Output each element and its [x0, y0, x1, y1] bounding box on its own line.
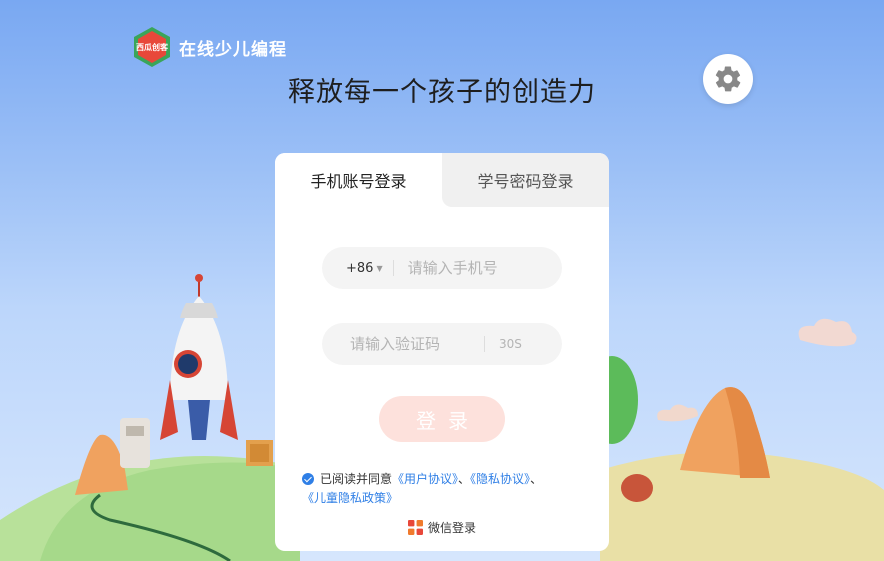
- phone-field: +86 ▼: [322, 247, 562, 289]
- field-divider: [392, 260, 394, 276]
- robot-figure: [120, 418, 150, 468]
- tab-student-id-login[interactable]: 学号密码登录: [442, 153, 609, 207]
- field-divider: [484, 336, 485, 352]
- cloud-right: [798, 318, 857, 347]
- agreement-sep-1: 、: [458, 472, 471, 486]
- tab-phone-login[interactable]: 手机账号登录: [275, 153, 442, 207]
- agreement-checkbox[interactable]: [302, 473, 314, 485]
- rocket-figure: [160, 274, 238, 440]
- privacy-policy-link[interactable]: 《隐私协议》: [470, 472, 530, 486]
- login-card: 手机账号登录 学号密码登录 +86 ▼ 30S 登录 已阅读并同意《用户协议》、…: [275, 153, 609, 551]
- phone-input[interactable]: [405, 258, 550, 278]
- brand-logo-text: 西瓜创客: [136, 42, 169, 52]
- brand: 西瓜创客 在线少儿编程: [132, 26, 287, 68]
- brand-logo: 西瓜创客: [134, 27, 170, 67]
- user-agreement-link[interactable]: 《用户协议》: [392, 472, 458, 486]
- child-privacy-policy-link[interactable]: 《儿童隐私政策》: [302, 491, 398, 505]
- send-code-countdown[interactable]: 30S: [499, 337, 522, 351]
- code-field: 30S: [322, 323, 562, 365]
- login-tabs: 手机账号登录 学号密码登录: [275, 153, 609, 207]
- brand-name: 在线少儿编程: [179, 39, 287, 60]
- settings-button[interactable]: [703, 54, 753, 104]
- wechat-login-button[interactable]: 微信登录: [275, 519, 609, 536]
- wechat-icon: [407, 520, 423, 535]
- agreement-prefix: 已阅读并同意: [320, 472, 393, 486]
- chevron-down-icon[interactable]: ▼: [376, 264, 382, 273]
- login-button[interactable]: 登录: [379, 396, 505, 442]
- cloud-left: [657, 404, 698, 422]
- country-code-select[interactable]: +86: [346, 261, 373, 276]
- verification-code-input[interactable]: [348, 334, 472, 354]
- agreement: 已阅读并同意《用户协议》、《隐私协议》、 《儿童隐私政策》: [302, 470, 592, 508]
- gear-icon: [715, 66, 741, 92]
- agreement-sep-2: 、: [530, 472, 543, 486]
- wechat-login-label: 微信登录: [427, 521, 476, 535]
